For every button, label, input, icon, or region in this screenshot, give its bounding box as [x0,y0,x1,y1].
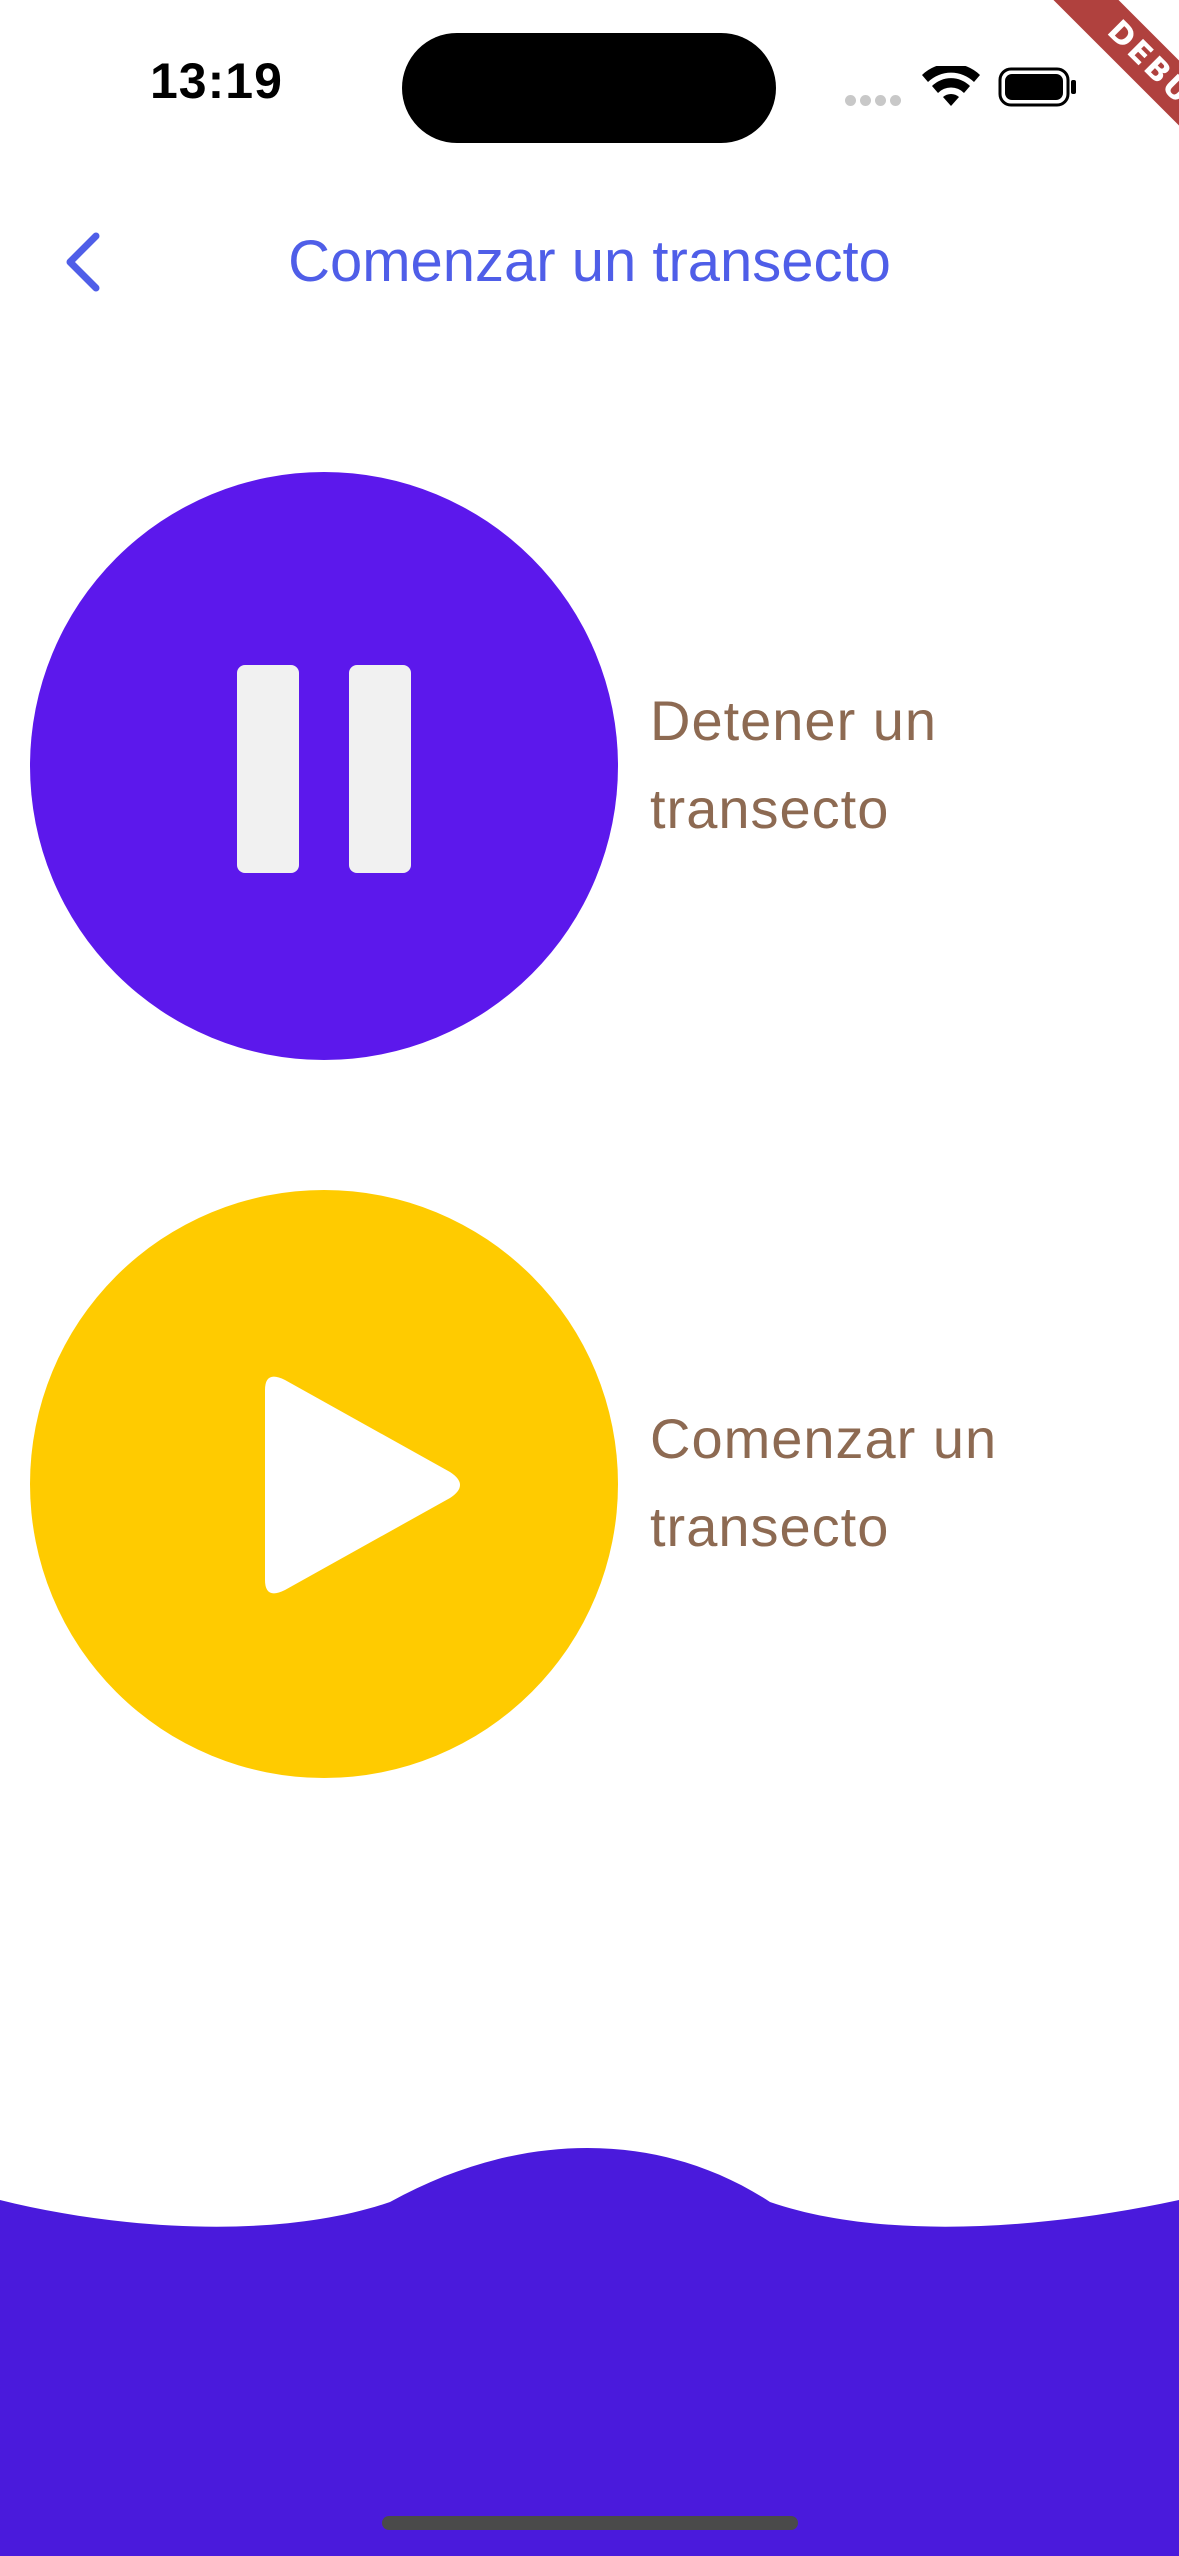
debug-banner: DEBUG [979,0,1179,200]
start-transect-label[interactable]: Comenzar un transecto [650,1395,1150,1571]
stop-transect-button[interactable] [30,472,618,1060]
debug-label: DEBUG [1036,0,1179,196]
start-transect-row: Comenzar un transecto [30,1190,1150,1780]
page-title: Comenzar un transecto [288,229,891,294]
navigation-bar: Comenzar un transecto [0,200,1179,325]
home-indicator[interactable] [382,2516,798,2530]
stop-transect-row: Detener un transecto [30,472,1150,1062]
status-time: 13:19 [150,53,283,109]
stop-transect-label[interactable]: Detener un transecto [650,677,1150,853]
cellular-signal-icon [845,95,905,107]
play-icon [265,1376,460,1594]
chevron-left-icon [66,232,100,292]
start-transect-button[interactable] [30,1190,618,1778]
back-button[interactable] [50,222,130,302]
wifi-icon [922,66,980,106]
dynamic-island [402,33,776,143]
footer-wave [0,2148,1179,2556]
